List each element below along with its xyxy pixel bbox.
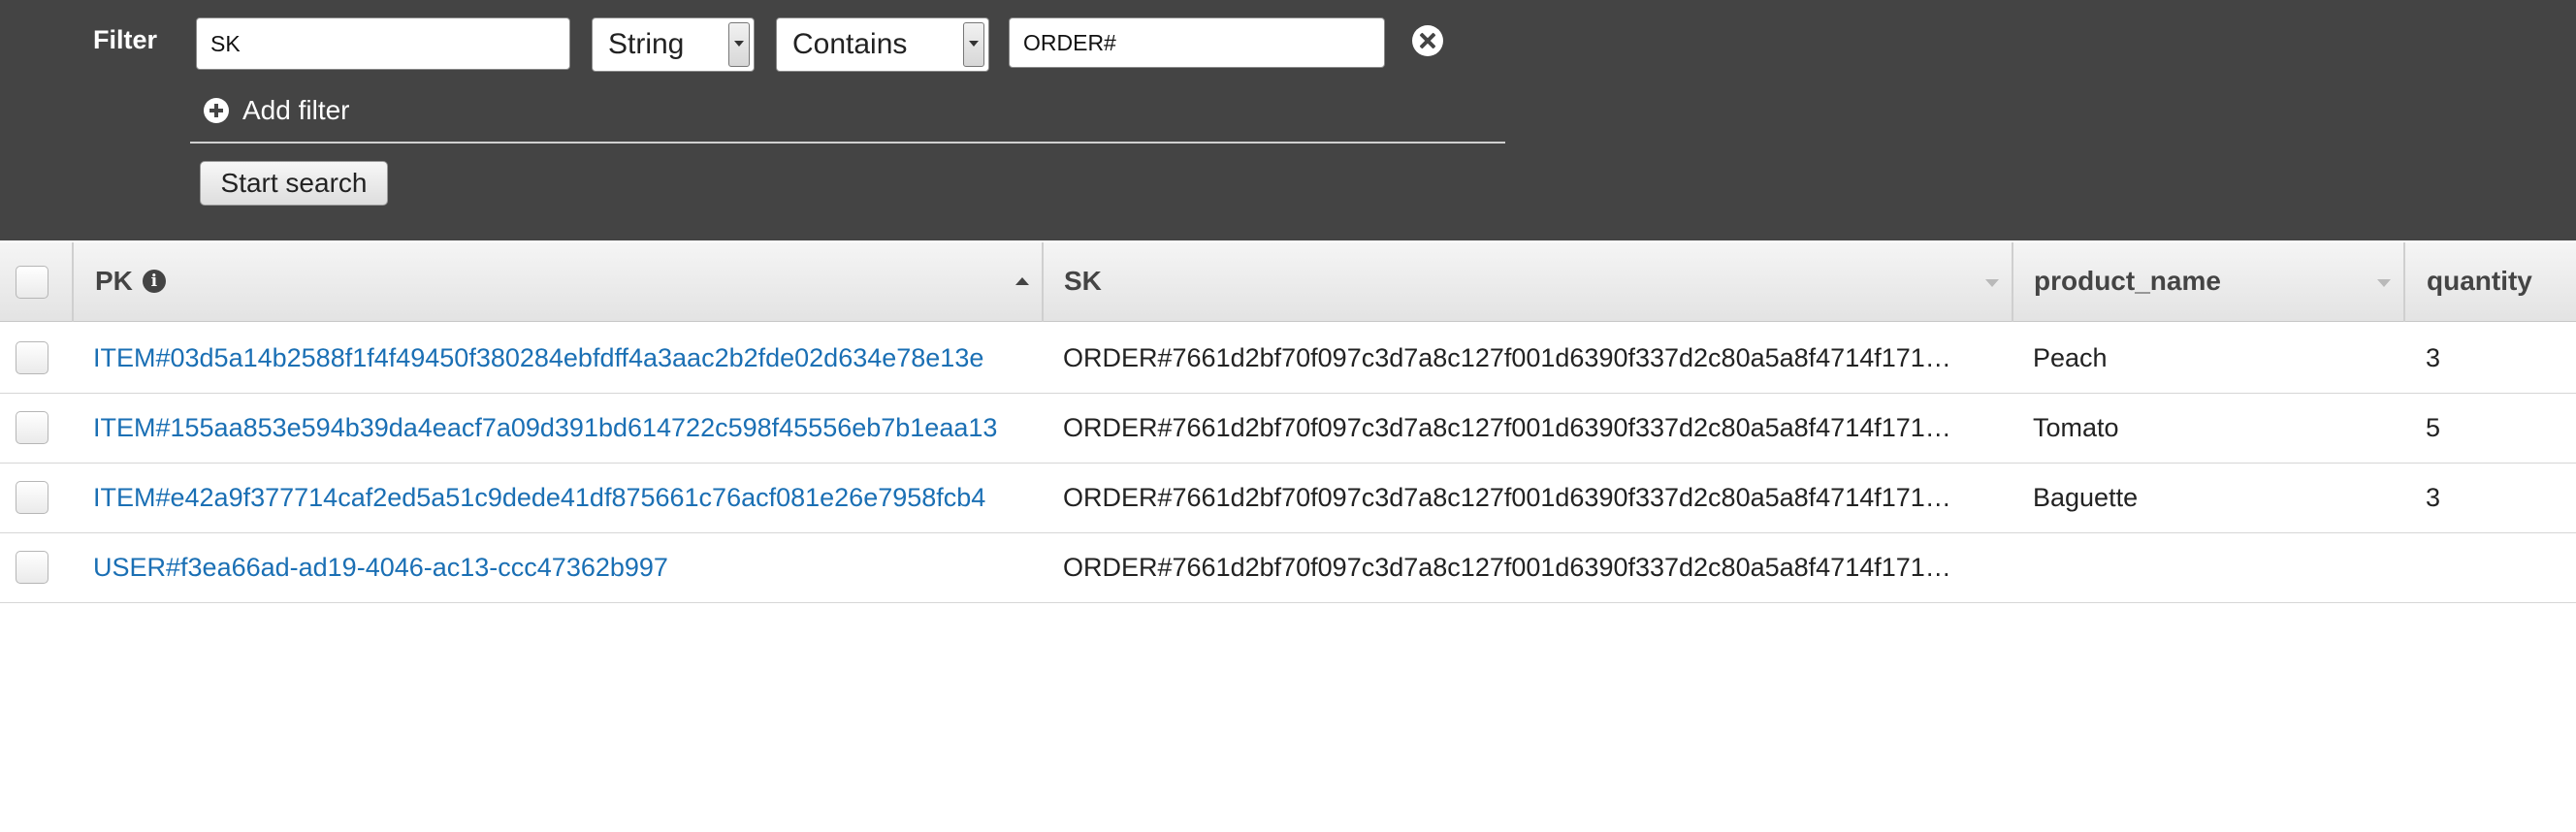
select-all-checkbox[interactable] (16, 266, 48, 299)
sk-cell: ORDER#7661d2bf70f097c3d7a8c127f001d6390f… (1063, 483, 1951, 512)
add-filter-button[interactable]: Add filter (204, 93, 350, 128)
column-separator[interactable] (2403, 242, 2405, 322)
info-icon[interactable]: i (142, 269, 166, 293)
sk-cell: ORDER#7661d2bf70f097c3d7a8c127f001d6390f… (1063, 553, 1951, 582)
column-header-product-name[interactable]: product_name (2034, 266, 2221, 297)
quantity-cell: 5 (2426, 413, 2441, 442)
row-checkbox[interactable] (16, 551, 48, 584)
sort-icon[interactable] (1985, 279, 1999, 287)
sort-ascending-icon[interactable] (1015, 277, 1029, 285)
filter-attribute-input[interactable] (196, 17, 570, 70)
product-name-cell: Baguette (2033, 483, 2139, 512)
pk-link[interactable]: ITEM#155aa853e594b39da4eacf7a09d391bd614… (93, 413, 1022, 443)
sk-cell: ORDER#7661d2bf70f097c3d7a8c127f001d6390f… (1063, 413, 1951, 442)
sk-cell: ORDER#7661d2bf70f097c3d7a8c127f001d6390f… (1063, 343, 1951, 372)
product-name-cell: Peach (2033, 343, 2108, 372)
filter-condition-select[interactable]: Contains (776, 17, 989, 72)
chevron-down-icon (728, 22, 750, 67)
product-name-cell: Tomato (2033, 413, 2119, 442)
row-checkbox[interactable] (16, 481, 48, 514)
pk-link[interactable]: USER#f3ea66ad-ad19-4046-ac13-ccc47362b99… (93, 553, 1022, 583)
sort-icon[interactable] (2377, 279, 2391, 287)
filter-value-input[interactable] (1009, 17, 1385, 68)
column-header-pk[interactable]: PK i (95, 266, 166, 297)
start-search-button[interactable]: Start search (200, 161, 388, 206)
filter-type-value: String (608, 28, 685, 60)
filter-label: Filter (93, 25, 158, 54)
row-checkbox[interactable] (16, 341, 48, 374)
chevron-down-icon (963, 22, 984, 67)
column-header-sk[interactable]: SK (1064, 266, 1102, 297)
add-filter-label: Add filter (242, 95, 350, 125)
column-header-quantity[interactable]: quantity (2427, 266, 2532, 297)
filter-panel: Filter String Contains Add filter Start … (0, 0, 2576, 240)
filter-condition-value: Contains (792, 28, 908, 60)
column-separator (72, 242, 74, 322)
column-separator[interactable] (1042, 242, 1044, 322)
table-row[interactable]: USER#f3ea66ad-ad19-4046-ac13-ccc47362b99… (0, 533, 2576, 603)
row-checkbox[interactable] (16, 411, 48, 444)
table-row[interactable]: ITEM#e42a9f377714caf2ed5a51c9dede41df875… (0, 464, 2576, 533)
pk-link[interactable]: ITEM#e42a9f377714caf2ed5a51c9dede41df875… (93, 483, 1022, 513)
pk-link[interactable]: ITEM#03d5a14b2588f1f4f49450f380284ebfdff… (93, 343, 1022, 373)
plus-circle-icon (204, 98, 229, 123)
quantity-cell: 3 (2426, 483, 2441, 512)
grid-header: PK i SK product_name quantity (0, 242, 2576, 322)
table-row[interactable]: ITEM#155aa853e594b39da4eacf7a09d391bd614… (0, 394, 2576, 464)
column-separator[interactable] (2012, 242, 2013, 322)
filter-type-select[interactable]: String (592, 17, 755, 72)
filter-divider (190, 142, 1505, 144)
close-circle-icon[interactable] (1412, 25, 1443, 56)
table-row[interactable]: ITEM#03d5a14b2588f1f4f49450f380284ebfdff… (0, 324, 2576, 394)
column-header-pk-label: PK (95, 266, 133, 296)
quantity-cell: 3 (2426, 343, 2441, 372)
